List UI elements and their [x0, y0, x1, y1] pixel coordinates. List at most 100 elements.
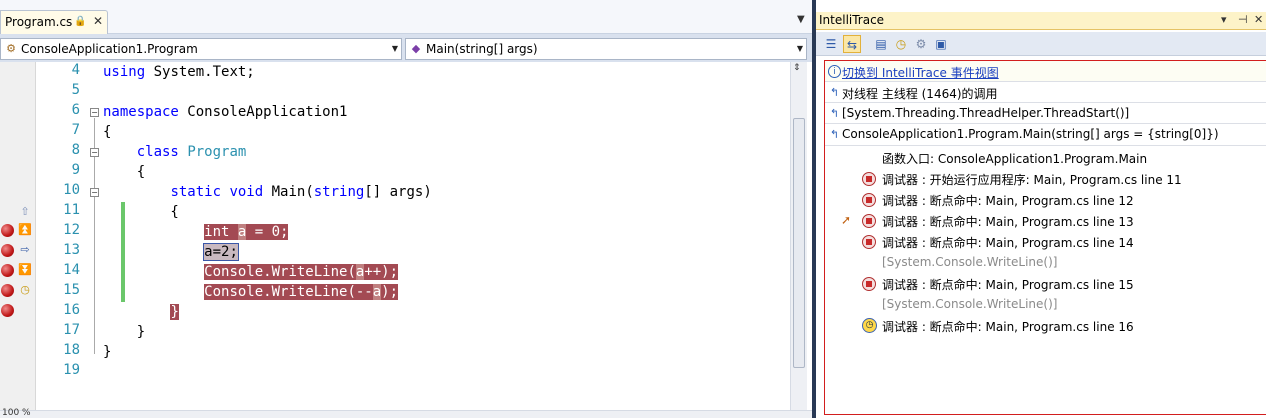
settings-icon[interactable]: ⚙ — [912, 35, 930, 53]
line-number: 8 — [71, 142, 80, 158]
save-icon[interactable]: ▣ — [932, 35, 950, 53]
line-number: 18 — [63, 342, 80, 358]
call-row[interactable]: ↰ ConsoleApplication1.Program.Main(strin… — [825, 124, 1266, 146]
code-line-15: Console.WriteLine(--a); — [204, 284, 399, 300]
event-label: 调试器 : 断点命中: Main, Program.cs line 16 — [882, 320, 1134, 334]
event-label: 调试器 : 断点命中: Main, Program.cs line 15 — [882, 278, 1134, 292]
event-row[interactable]: [System.Console.WriteLine()] — [825, 252, 1266, 273]
collapse-icon[interactable]: − — [90, 108, 99, 117]
breakpoint-icon[interactable] — [1, 304, 14, 317]
breakpoint-gutter[interactable]: ⇧ ⏫ ⇨ ⏬ ◷ — [0, 62, 36, 410]
chevron-down-icon: ▼ — [796, 44, 803, 53]
event-row[interactable]: 函数入口: ConsoleApplication1.Program.Main — [825, 147, 1266, 168]
line-number: 14 — [63, 262, 80, 278]
event-row[interactable]: 调试器 : 断点命中: Main, Program.cs line 15 — [825, 273, 1266, 294]
line-number: 15 — [63, 282, 80, 298]
scrollbar-thumb[interactable] — [793, 118, 805, 368]
event-row[interactable]: 调试器 : 断点命中: Main, Program.cs line 14 — [825, 231, 1266, 252]
line-number: 16 — [63, 302, 80, 318]
class-combo[interactable]: ⚙ ConsoleApplication1.Program ▼ — [0, 38, 402, 60]
splitter-icon[interactable]: ⇕ — [793, 64, 801, 73]
collapse-icon[interactable]: − — [90, 148, 99, 157]
filter-icon[interactable]: ▤ — [872, 35, 890, 53]
line-number: 7 — [71, 122, 80, 138]
event-label: [System.Console.WriteLine()] — [882, 255, 1058, 269]
event-row[interactable]: ➚ 调试器 : 断点命中: Main, Program.cs line 13 — [825, 210, 1266, 231]
step-over-icon[interactable]: ⇨ — [17, 242, 33, 258]
zoom-level[interactable]: 100 % — [2, 408, 31, 418]
method-icon: ◆ — [411, 42, 421, 55]
member-combo[interactable]: ◆ Main(string[] args) ▼ — [405, 38, 807, 60]
code-area[interactable]: using System.Text; namespace ConsoleAppl… — [100, 62, 790, 410]
line-number: 17 — [63, 322, 80, 338]
code-editor-pane: Program.cs 🔒 ✕ ▼ ⚙ ConsoleApplication1.P… — [0, 0, 812, 418]
intellitrace-toolbar: ☰ ⇆ ▤ ◷ ⚙ ▣ — [816, 32, 1266, 56]
code-line-12: int a = 0; — [204, 224, 289, 240]
call-row-label: ConsoleApplication1.Program.Main(string[… — [842, 127, 1219, 141]
call-return-icon: ↰ — [829, 86, 840, 99]
tab-program-cs[interactable]: Program.cs 🔒 ✕ — [0, 10, 108, 34]
document-tabstrip: Program.cs 🔒 ✕ ▼ — [0, 0, 812, 34]
step-up-icon[interactable]: ⏫ — [17, 222, 33, 238]
code-line-11: { — [103, 204, 179, 220]
stop-icon — [862, 214, 876, 228]
collapse-icon[interactable]: − — [90, 188, 99, 197]
stop-icon — [862, 193, 876, 207]
code-line-4: using System.Text; — [103, 64, 255, 80]
horizontal-scrollbar[interactable] — [0, 410, 812, 418]
code-line-7: { — [103, 124, 112, 140]
line-number: 4 — [71, 62, 80, 78]
code-line-10: static void Main(string[] args) — [170, 184, 432, 200]
switch-view-row[interactable]: i 切换到 IntelliTrace 事件视图 — [825, 61, 1266, 82]
event-row[interactable]: 调试器 : 开始运行应用程序: Main, Program.cs line 11 — [825, 168, 1266, 189]
member-combo-value: Main(string[] args) — [426, 42, 538, 56]
code-line-18: } — [103, 344, 112, 360]
code-line-17: } — [103, 324, 146, 340]
breakpoint-icon[interactable] — [1, 264, 14, 277]
switch-view-link[interactable]: 切换到 IntelliTrace 事件视图 — [842, 64, 999, 81]
chevron-down-icon[interactable]: ▾ — [1221, 13, 1227, 26]
clock-icon: ◷ — [862, 318, 877, 333]
code-line-16: } — [170, 304, 179, 320]
call-row[interactable]: ↰ 对线程 主线程 (1464)的调用 — [825, 82, 1266, 103]
line-number: 10 — [63, 182, 80, 198]
clock-icon[interactable]: ◷ — [17, 282, 33, 298]
intellitrace-titlebar: IntelliTrace ▾ ⊣ ✕ — [816, 12, 1266, 30]
line-number: 11 — [63, 202, 80, 218]
event-row[interactable]: ◷ 调试器 : 断点命中: Main, Program.cs line 16 — [825, 315, 1266, 336]
call-return-icon: ↰ — [829, 107, 840, 120]
clock-icon[interactable]: ◷ — [892, 35, 910, 53]
step-down-icon[interactable]: ⏬ — [17, 262, 33, 278]
code-line-14: Console.WriteLine(a++); — [204, 264, 399, 280]
event-row[interactable]: 调试器 : 断点命中: Main, Program.cs line 12 — [825, 189, 1266, 210]
breakpoint-icon[interactable] — [1, 244, 14, 257]
chevron-down-icon: ▼ — [391, 44, 398, 53]
lock-icon: 🔒 — [74, 16, 87, 27]
list-view-icon[interactable]: ☰ — [822, 35, 840, 53]
breakpoint-icon[interactable] — [1, 284, 14, 297]
trace-step-icon[interactable]: ⇧ — [17, 204, 33, 220]
close-icon[interactable]: ✕ — [1254, 13, 1263, 26]
breakpoint-icon[interactable] — [1, 224, 14, 237]
code-line-8: class Program — [136, 144, 247, 160]
close-icon[interactable]: ✕ — [93, 14, 103, 28]
event-label: [System.Console.WriteLine()] — [882, 297, 1058, 311]
call-row-label: 对线程 主线程 (1464)的调用 — [842, 87, 998, 101]
line-number: 9 — [71, 162, 80, 178]
stop-icon — [862, 172, 876, 186]
info-icon: i — [828, 65, 841, 78]
intellitrace-pane: IntelliTrace ▾ ⊣ ✕ ☰ ⇆ ▤ ◷ ⚙ ▣ i 切换到 Int… — [812, 0, 1266, 418]
line-number: 19 — [63, 362, 80, 378]
event-row[interactable]: [System.Console.WriteLine()] — [825, 294, 1266, 315]
code-line-13: a=2; — [203, 243, 239, 261]
vertical-scrollbar[interactable]: ⇕ — [790, 62, 807, 410]
line-numbers: 4 5 6 7 8 9 10 11 12 13 14 15 16 17 18 1… — [36, 62, 125, 410]
chevron-down-icon[interactable]: ▼ — [797, 14, 805, 25]
pin-icon[interactable]: ⊣ — [1238, 13, 1248, 26]
event-label: 调试器 : 断点命中: Main, Program.cs line 12 — [882, 194, 1134, 208]
call-row[interactable]: ↰ [System.Threading.ThreadHelper.ThreadS… — [825, 103, 1266, 124]
line-number: 13 — [63, 242, 80, 258]
code-line-9: { — [103, 164, 146, 180]
calls-view-icon[interactable]: ⇆ — [843, 35, 861, 53]
class-icon: ⚙ — [6, 42, 16, 55]
